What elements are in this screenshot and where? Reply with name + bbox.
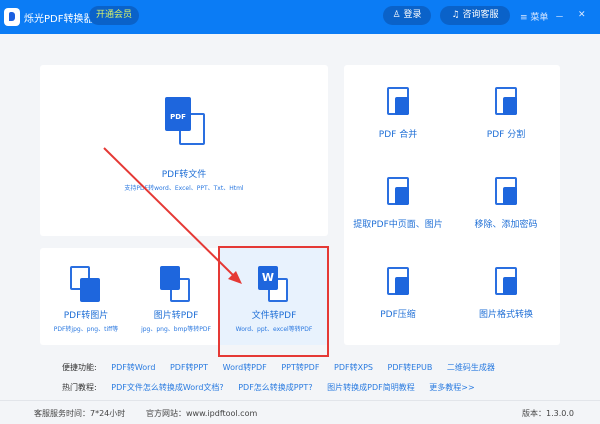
tool-tile[interactable]: PDF 合并 (344, 83, 452, 140)
tool-name: 移除、添加密码 (474, 220, 538, 230)
quick-link[interactable]: PDF转XPS (334, 363, 373, 372)
password-icon (489, 173, 523, 209)
tools-card: PDF 合并 PDF 分割提取PDF中页面、图片 移除、添加密码 PDF压缩 图片格式转… (344, 65, 560, 345)
tool-tile[interactable]: 移除、添加密码 (452, 173, 560, 230)
tool-tile[interactable]: 图片格式转换 (452, 263, 560, 320)
quick-link[interactable]: PDF转EPUB (388, 363, 433, 372)
footer-version: 版本：1.3.0.0 (522, 409, 574, 418)
footer-site[interactable]: 官方网站：www.ipdftool.com (146, 408, 257, 419)
quick-label: 便捷功能: (62, 363, 97, 372)
tool-tile[interactable]: PDF 分割 (452, 83, 560, 140)
tool-tile[interactable]: PDF压缩 (344, 263, 452, 320)
quick-link[interactable]: PDF转PPT (170, 363, 208, 372)
quick-link[interactable]: PDF转Word (111, 363, 155, 372)
hot-label: 热门教程: (62, 383, 97, 392)
extract-icon (381, 173, 415, 209)
merge-icon (381, 83, 415, 119)
quick-link[interactable]: 二维码生成器 (447, 363, 495, 372)
tool-name: 提取PDF中页面、图片 (353, 220, 443, 230)
quick-link[interactable]: Word转PDF (223, 363, 267, 372)
tool-name: PDF 分割 (486, 130, 526, 140)
quick-link[interactable]: PPT转PDF (281, 363, 319, 372)
divider (0, 400, 600, 401)
tool-tile[interactable]: 提取PDF中页面、图片 (344, 173, 452, 230)
tool-name: PDF压缩 (380, 310, 416, 320)
split-icon (489, 83, 523, 119)
hot-links: 热门教程: PDF文件怎么转换成Word文档? PDF怎么转换成PPT? 图片转… (62, 382, 487, 393)
hot-link[interactable]: 图片转换成PDF简明教程 (327, 383, 415, 392)
image-format-icon (489, 263, 523, 299)
quick-links: 便捷功能: PDF转Word PDF转PPT Word转PDF PPT转PDF … (62, 362, 507, 373)
tool-name: PDF 合并 (378, 130, 418, 140)
compress-icon (381, 263, 415, 299)
hot-link[interactable]: PDF文件怎么转换成Word文档? (111, 383, 223, 392)
tool-name: 图片格式转换 (478, 310, 533, 320)
footer-hours: 客服服务时间：7*24小时 (34, 409, 126, 418)
hot-link[interactable]: 更多教程>> (429, 383, 474, 392)
hot-link[interactable]: PDF怎么转换成PPT? (238, 383, 312, 392)
